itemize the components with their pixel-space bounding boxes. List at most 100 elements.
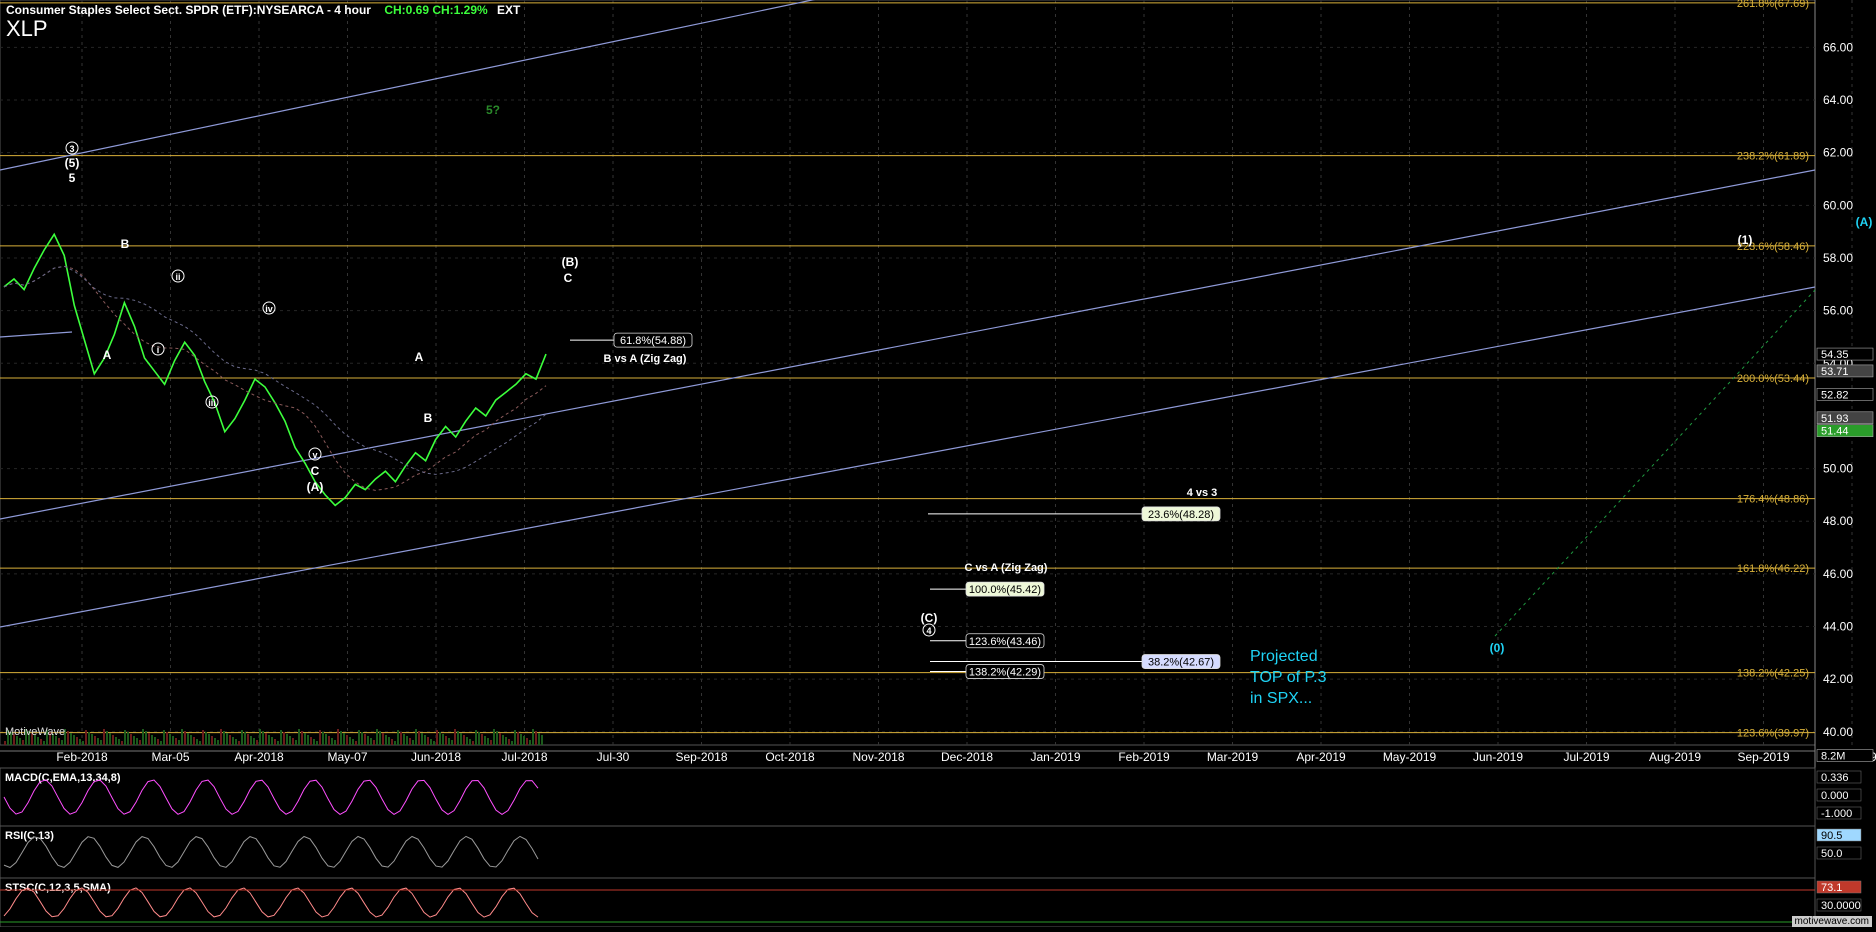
volume-bar [229,735,231,745]
y-tick-label: 64.00 [1823,93,1853,107]
wave-label: 5 [69,171,76,185]
volume-bar [112,735,114,745]
price-marker-label: 54.35 [1821,349,1849,361]
volume-bar [295,740,297,745]
wave-label: (5) [65,156,80,170]
fib-level-label: 238.2%(61.89) [1737,151,1809,163]
volume-bar [313,739,315,745]
volume-bar [388,737,390,745]
volume-bar [244,732,246,745]
x-tick-label: Aug-2019 [1649,750,1701,764]
volume-bar [277,741,279,745]
volume-bar [202,730,204,745]
volume-bar [271,737,273,745]
change-readout: CH:0.69 CH:1.29% [384,3,488,17]
price-marker-label: 53.71 [1821,366,1849,378]
volume-bar [61,740,63,745]
x-tick-label: Jun-2019 [1473,750,1523,764]
volume-bar [430,739,432,745]
volume-bar [82,741,84,745]
indicator-tick-label: 50.0 [1821,848,1842,860]
volume-bar [466,737,468,745]
volume-bar [349,737,351,745]
volume-bar [469,739,471,745]
volume-bar [205,732,207,745]
volume-bar [43,741,45,745]
session-label: EXT [497,3,521,17]
volume-bar [454,729,456,745]
volume-bar [283,732,285,745]
chart-title: Consumer Staples Select Sect. SPDR (ETF)… [6,3,371,17]
volume-bar [175,738,177,745]
volume-bar [160,741,162,745]
volume-bar [394,741,396,745]
volume-bar [259,729,261,745]
target-box-label: 23.6%(48.28) [1148,509,1214,521]
volume-bar [268,735,270,745]
x-tick-label: Jan-2019 [1030,750,1080,764]
volume-bar [262,731,264,745]
site-label: motivewave.com [1791,916,1872,927]
volume-bar [106,731,108,745]
volume-bar [409,738,411,745]
volume-bar [280,730,282,745]
volume-bar [73,735,75,745]
volume-bar [355,741,357,745]
volume-bar [526,738,528,745]
wave-label: (0) [1490,641,1505,655]
symbol-label: XLP [6,16,48,41]
y-tick-label: 48.00 [1823,514,1853,528]
volume-bar [214,738,216,745]
indicator-tick-label: 0.000 [1821,790,1849,802]
volume-bar [211,736,213,745]
volume-bar [403,734,405,745]
volume-bar [256,740,258,745]
volume-bar [121,741,123,745]
channel-line [0,286,1816,628]
wave-label: (C) [921,611,938,625]
volume-bar [187,733,189,745]
volume-bar [322,732,324,745]
x-tick-label: May-07 [327,750,367,764]
volume-bar [475,730,477,745]
indicator-panel [0,767,1816,827]
indicator-tick-label: 73.1 [1821,882,1842,894]
wave-label: 5? [486,103,500,117]
fib-level-label: 123.6%(39.97) [1737,728,1809,740]
target-box-header: 4 vs 3 [1187,487,1218,499]
volume-bar [97,738,99,745]
x-tick-label: Jul-2019 [1563,750,1609,764]
volume-bar [148,733,150,745]
fib-level-label: 161.8%(46.22) [1737,563,1809,575]
volume-bar [367,736,369,745]
volume-bar [382,733,384,745]
volume-bar [361,732,363,745]
wave-label: iii [208,398,216,408]
target-box-header: C vs A (Zig Zag) [965,562,1048,574]
volume-bar [484,736,486,745]
volume-bar [166,732,168,745]
volume-bar [247,734,249,745]
volume-bar [319,730,321,745]
x-tick-label: Jul-30 [597,750,630,764]
x-tick-label: Oct-2018 [765,750,815,764]
volume-bar [325,734,327,745]
volume-bar [481,734,483,745]
volume-bar [103,729,105,745]
volume-bar [190,735,192,745]
volume-bar [304,733,306,745]
wave-label: (A) [1856,215,1873,229]
volume-bar [511,741,513,745]
volume-bar [196,739,198,745]
indicator-tick-label: 30.0000 [1821,900,1861,912]
volume-bar [289,736,291,745]
indicator-tick-label: 0.336 [1821,772,1849,784]
channel-line [0,169,1816,520]
y-tick-label: 44.00 [1823,620,1853,634]
wave-label: B [121,237,130,251]
volume-bar [241,730,243,745]
volume-bar [463,735,465,745]
volume-bar [376,729,378,745]
volume-bar [373,740,375,745]
volume-bar [199,741,201,745]
